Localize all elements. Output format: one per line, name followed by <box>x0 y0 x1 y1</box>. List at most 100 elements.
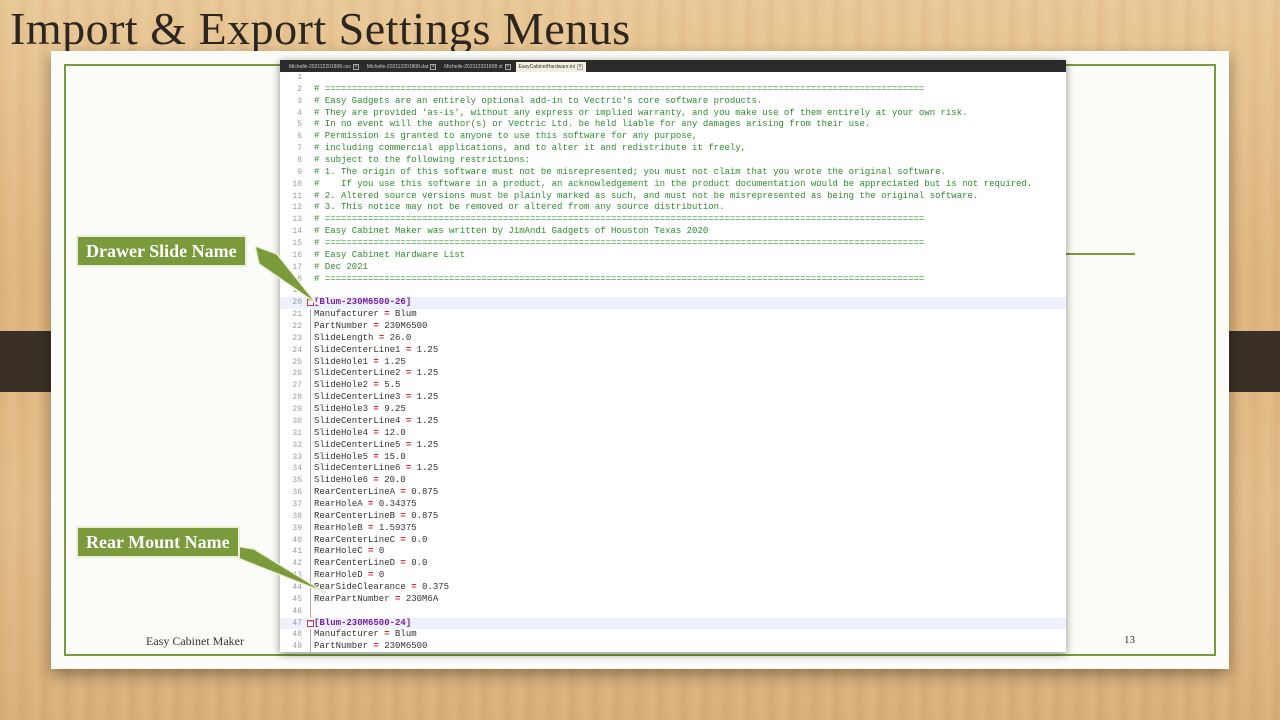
equals-operator: = <box>368 356 385 367</box>
line-number: 35 <box>292 476 302 486</box>
code-line: 28 SlideCenterLine3 = 1.25 <box>280 392 1066 405</box>
equals-operator: = <box>389 593 406 604</box>
editor-tab-label: EasyCabinetHardware.ini <box>518 64 575 70</box>
code-line: 38 RearCenterLineB = 0.875 <box>280 510 1066 523</box>
fold-guide <box>310 475 311 488</box>
setting-key: SlideHole4 <box>314 427 369 438</box>
setting-value: 12.0 <box>384 427 406 438</box>
editor-tab-0[interactable]: Michelle-20211220180​8.csv × <box>286 62 362 72</box>
setting-value: Blum <box>395 309 417 320</box>
setting-key: SlideCenterLine2 <box>314 368 401 379</box>
line-number: 37 <box>292 499 302 509</box>
setting-value: 0.375 <box>422 581 450 592</box>
setting-value: 1.59375 <box>378 522 417 533</box>
key-value-pair: RearHoleB = 1.59375 <box>314 523 417 535</box>
equals-operator: = <box>362 498 379 509</box>
code-line: 35 SlideHole6 = 20.0 <box>280 475 1066 488</box>
line-number: 2 <box>297 84 302 94</box>
fold-guide <box>310 451 311 464</box>
code-line: 14 # Easy Cabinet Maker was written by Ji… <box>280 226 1066 238</box>
key-value-pair: RearHoleA = 0.34375 <box>314 499 417 511</box>
fold-guide <box>310 380 311 393</box>
line-number: 25 <box>292 357 302 367</box>
fold-guide <box>310 463 311 476</box>
key-value-pair: PartNumber = 230M6500 <box>314 641 427 652</box>
key-value-pair: SlideHole3 = 9.25 <box>314 404 406 416</box>
equals-operator: = <box>373 332 390 343</box>
code-line: 13 # ====================================… <box>280 214 1066 226</box>
code-line: 20− [Blum-230M6500-26] <box>280 297 1066 310</box>
line-number: 31 <box>292 428 302 438</box>
key-value-pair: PartNumber = 230M6500 <box>314 321 427 333</box>
close-tab-icon[interactable]: × <box>352 64 359 70</box>
code-line: 10 # If you use this software in a produc… <box>280 179 1066 191</box>
code-line: 17 # Dec 2021 <box>280 262 1066 274</box>
line-number: 26 <box>292 369 302 379</box>
fold-guide <box>310 368 311 381</box>
rear-mount-callout-pointer <box>230 544 327 594</box>
fold-guide <box>310 605 311 618</box>
slide-title: Import & Export Settings Menus <box>10 3 631 54</box>
line-number: 12 <box>292 203 302 213</box>
fold-guide <box>310 321 311 333</box>
key-value-pair: SlideHole5 = 15.0 <box>314 452 406 464</box>
editor-tab-label: Michelle-20211220180​8.csv <box>289 64 351 70</box>
setting-value: 5.5 <box>384 380 401 391</box>
line-number: 9 <box>297 167 302 177</box>
setting-value: 0.0 <box>411 558 428 569</box>
setting-key: SlideHole6 <box>314 475 369 486</box>
line-number: 33 <box>292 452 302 462</box>
setting-value: 1.25 <box>416 463 439 474</box>
line-number: 4 <box>297 108 302 118</box>
comment-text: # They are provided 'as-is', without any… <box>314 107 968 118</box>
code-line: 15 # ====================================… <box>280 238 1066 250</box>
equals-operator: = <box>362 570 379 581</box>
setting-value: 9.25 <box>384 404 406 415</box>
close-tab-icon[interactable]: × <box>430 64 437 70</box>
editor-tab-2[interactable]: Michelle-202112201808.xt × <box>441 62 513 72</box>
code-line: 34 SlideCenterLine6 = 1.25 <box>280 463 1066 476</box>
line-number: 48 <box>292 630 302 640</box>
fold-guide <box>310 332 311 345</box>
setting-key: PartNumber <box>314 641 369 652</box>
close-tab-icon[interactable]: × <box>504 64 511 70</box>
fold-toggle-icon[interactable]: − <box>307 619 314 627</box>
code-line: 30 SlideCenterLine4 = 1.25 <box>280 415 1066 428</box>
close-tab-icon[interactable]: × <box>576 64 583 70</box>
key-value-pair: SlideLength = 26.0 <box>314 333 411 345</box>
editor-tab-3[interactable]: EasyCabinetHardware.ini × <box>515 62 586 72</box>
setting-value: 1.25 <box>416 392 439 403</box>
equals-operator: = <box>368 427 385 438</box>
key-value-pair: SlideHole4 = 12.0 <box>314 428 406 440</box>
setting-key: SlideHole1 <box>314 356 369 367</box>
comment-text: # 2. Altered source versions must be pla… <box>314 190 979 201</box>
code-line: 16 # Easy Cabinet Hardware List <box>280 250 1066 262</box>
setting-key: RearCenterLineB <box>314 510 396 521</box>
code-line: 27 SlideHole2 = 5.5 <box>280 380 1066 393</box>
line-number: 24 <box>292 345 302 355</box>
editor-tab-label: Michelle-20211220180​8.dat <box>366 64 429 70</box>
comment-text: # Easy Gadgets are an entirely optional … <box>314 95 763 106</box>
equals-operator: = <box>362 546 379 557</box>
equals-operator: = <box>395 510 412 521</box>
line-number: 22 <box>292 322 302 332</box>
code-line: 1 <box>280 72 1066 84</box>
line-number: 14 <box>292 227 302 237</box>
code-area[interactable]: 1 2 # ====================================… <box>280 72 1066 652</box>
editor-tab-1[interactable]: Michelle-20211220180​8.dat × <box>364 62 439 72</box>
equals-operator: = <box>368 475 385 486</box>
line-number: 34 <box>292 464 302 474</box>
code-line: 41 RearHoleC = 0 <box>280 546 1066 559</box>
comment-text: # ======================================… <box>314 83 925 94</box>
fold-guide <box>310 498 311 511</box>
code-line: 24 SlideCenterLine1 = 1.25 <box>280 344 1066 357</box>
code-line: 42 RearCenterLineD = 0.0 <box>280 558 1066 571</box>
comment-text: # Easy Cabinet Maker was written by JimA… <box>314 226 709 237</box>
setting-value: 20.0 <box>384 475 406 486</box>
code-line: 11 # 2. Altered source versions must be p… <box>280 191 1066 203</box>
setting-key: SlideHole3 <box>314 404 369 415</box>
code-line: 48 Manufacturer = Blum <box>280 629 1066 642</box>
line-number: 28 <box>292 393 302 403</box>
equals-operator: = <box>395 534 412 545</box>
line-number: 47 <box>292 618 302 628</box>
